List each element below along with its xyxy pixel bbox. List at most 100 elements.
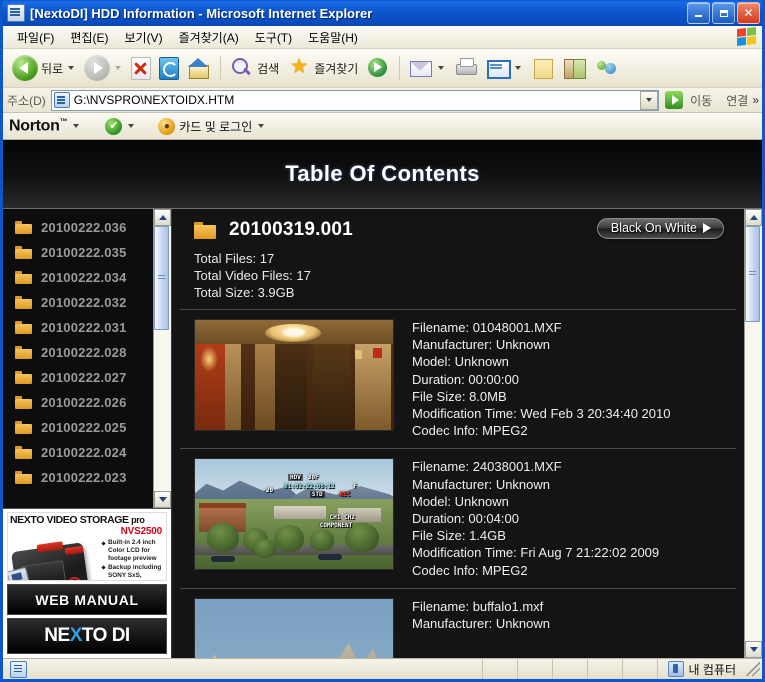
file-metadata-line: Model: Unknown [412, 354, 509, 370]
printer-icon [454, 56, 478, 80]
black-on-white-toggle[interactable]: Black On White [596, 218, 724, 239]
sidebar-scroll-track[interactable] [154, 226, 171, 491]
file-entry[interactable]: Filename: 01048001.MXF Manufacturer: Unkn… [180, 310, 736, 450]
sidebar-scroll-thumb[interactable] [154, 226, 169, 330]
links-label[interactable]: 연결 [722, 92, 752, 109]
sidebar-scroll-up-button[interactable] [154, 209, 171, 226]
norton-dropdown-icon[interactable] [73, 124, 80, 128]
sidebar-folder-item[interactable]: 20100222.034 [3, 265, 153, 290]
sidebar-folder-item[interactable]: 20100222.027 [3, 365, 153, 390]
folder-icon [15, 321, 32, 334]
menu-item-tools[interactable]: 도구(T) [247, 27, 300, 48]
menu-item-view[interactable]: 보기(V) [116, 27, 170, 48]
status-message [3, 659, 483, 679]
home-button[interactable] [183, 52, 215, 84]
address-input[interactable]: G:\NVSPRO\NEXTOIDX.HTM [50, 89, 660, 111]
menu-item-favorites[interactable]: 즐겨찾기(A) [171, 27, 247, 48]
security-zone[interactable]: 내 컴퓨터 [658, 659, 745, 679]
detail-scroll-track[interactable] [745, 226, 762, 641]
web-manual-button[interactable]: WEB MANUAL [7, 584, 167, 615]
norton-cards-label[interactable]: 카드 및 로그인 [179, 118, 252, 135]
ad-headline: NEXTO VIDEO STORAGE pro [10, 514, 145, 526]
navigation-toolbar: 뒤로 검색 ★ 즐겨찾기 [3, 49, 762, 88]
folder-icon [15, 346, 32, 359]
go-button[interactable]: 이동 [659, 91, 722, 109]
file-entry[interactable]: Filename: buffalo1.mxf Manufacturer: Unkn… [180, 589, 736, 658]
sidebar-folder-item[interactable]: 20100222.024 [3, 440, 153, 465]
menu-item-edit[interactable]: 편집(E) [62, 27, 116, 48]
file-metadata-line: Filename: 01048001.MXF [412, 320, 562, 335]
file-metadata-line: Modification Time: Wed Feb 3 20:34:40 20… [412, 406, 671, 422]
edit-button[interactable] [482, 52, 527, 84]
toolbar-overflow-icon[interactable]: » [752, 93, 762, 107]
file-metadata-line: Filename: 24038001.MXF [412, 459, 562, 475]
sidebar-folder-item[interactable]: 20100222.035 [3, 240, 153, 265]
mail-button[interactable] [405, 52, 450, 84]
media-button[interactable] [362, 52, 394, 84]
back-button[interactable]: 뒤로 [8, 52, 80, 84]
sidebar-scrollbar[interactable] [153, 209, 171, 508]
content-columns: 20100222.036 20100222.035 20100222.034 2010… [3, 209, 762, 658]
file-entry[interactable]: HDV 30F 01:02:22:08:12 F REC STD -20 CH1 CH2 COM… [180, 449, 736, 589]
file-metadata-line: Codec Info: MPEG2 [412, 562, 528, 578]
detail-pane: 20100319.001 Black On White Total Files:… [172, 209, 762, 658]
forward-dropdown-icon[interactable] [115, 66, 122, 70]
close-button[interactable]: ✕ [737, 2, 760, 24]
sidebar-folder-item[interactable]: 20100222.026 [3, 390, 153, 415]
maximize-button[interactable] [712, 2, 735, 24]
black-on-white-label: Black On White [610, 221, 697, 235]
research-button[interactable] [559, 52, 591, 84]
favorites-button[interactable]: ★ 즐겨찾기 [283, 52, 362, 84]
sidebar-folder-item[interactable]: 20100222.028 [3, 340, 153, 365]
forward-button[interactable] [80, 52, 127, 84]
research-icon [563, 56, 587, 80]
file-thumbnail[interactable] [194, 597, 394, 658]
detail-scrollbar[interactable] [744, 209, 762, 658]
address-dropdown-button[interactable] [640, 90, 659, 110]
norton-status-dropdown-icon[interactable] [128, 124, 135, 128]
sidebar-folder-item[interactable]: 20100222.023 [3, 465, 153, 490]
stop-button[interactable] [127, 52, 155, 84]
sidebar-folder-item[interactable]: 20100222.036 [3, 215, 153, 240]
window-controls: ✕ [687, 2, 760, 24]
norton-status-check-icon[interactable]: ✔ [105, 117, 123, 135]
menu-item-file[interactable]: 파일(F) [9, 27, 62, 48]
file-metadata-line: Filename: buffalo1.mxf [412, 598, 544, 614]
sidebar-folder-label: 20100222.031 [41, 320, 127, 335]
search-button[interactable]: 검색 [226, 52, 283, 84]
ad-product-image[interactable]: NEXTO VIDEO STORAGE pro NVS2500 Built-in… [7, 512, 167, 581]
file-thumbnail[interactable]: HDV 30F 01:02:22:08:12 F REC STD -20 CH1 CH2 COM… [194, 458, 394, 571]
edit-dropdown-icon[interactable] [515, 66, 522, 70]
norton-toolbar: Norton™ ✔ ● 카드 및 로그인 [3, 113, 762, 140]
star-icon: ★ [289, 55, 309, 78]
status-cell-3 [553, 659, 588, 679]
folder-icon [15, 246, 32, 259]
resize-grip-icon[interactable] [746, 662, 760, 676]
detail-scroll-thumb[interactable] [745, 226, 760, 322]
sidebar-folder-item[interactable]: 20100222.025 [3, 415, 153, 440]
mail-dropdown-icon[interactable] [438, 66, 445, 70]
file-thumbnail[interactable] [194, 319, 394, 431]
detail-scroll-up-button[interactable] [745, 209, 762, 226]
refresh-button[interactable] [155, 52, 183, 84]
norton-cards-dropdown-icon[interactable] [258, 124, 265, 128]
messenger-button[interactable] [591, 52, 623, 84]
print-button[interactable] [450, 52, 482, 84]
detail-scroll-down-button[interactable] [745, 641, 762, 658]
toolbar-divider-2 [399, 56, 401, 80]
file-metadata-line: Modification Time: Fri Aug 7 21:22:02 20… [412, 545, 660, 561]
sidebar-folder-label: 20100222.027 [41, 370, 127, 385]
sidebar-folder-item[interactable]: 20100222.031 [3, 315, 153, 340]
sidebar-folder-item[interactable]: 20100222.032 [3, 290, 153, 315]
menu-item-help[interactable]: 도움말(H) [300, 27, 366, 48]
notes-button[interactable] [527, 52, 559, 84]
forward-arrow-icon [84, 55, 111, 81]
folder-icon [15, 221, 32, 234]
back-dropdown-icon[interactable] [68, 66, 75, 70]
nexto-di-logo[interactable]: NEXTO DI [7, 618, 167, 654]
minimize-button[interactable] [687, 2, 710, 24]
file-metadata-line: Manufacturer: Unknown [412, 476, 551, 492]
note-icon [531, 56, 555, 80]
sidebar-scroll-down-button[interactable] [154, 491, 171, 508]
ad-banner[interactable]: NEXTO VIDEO STORAGE pro NVS2500 Built-in… [3, 508, 171, 658]
